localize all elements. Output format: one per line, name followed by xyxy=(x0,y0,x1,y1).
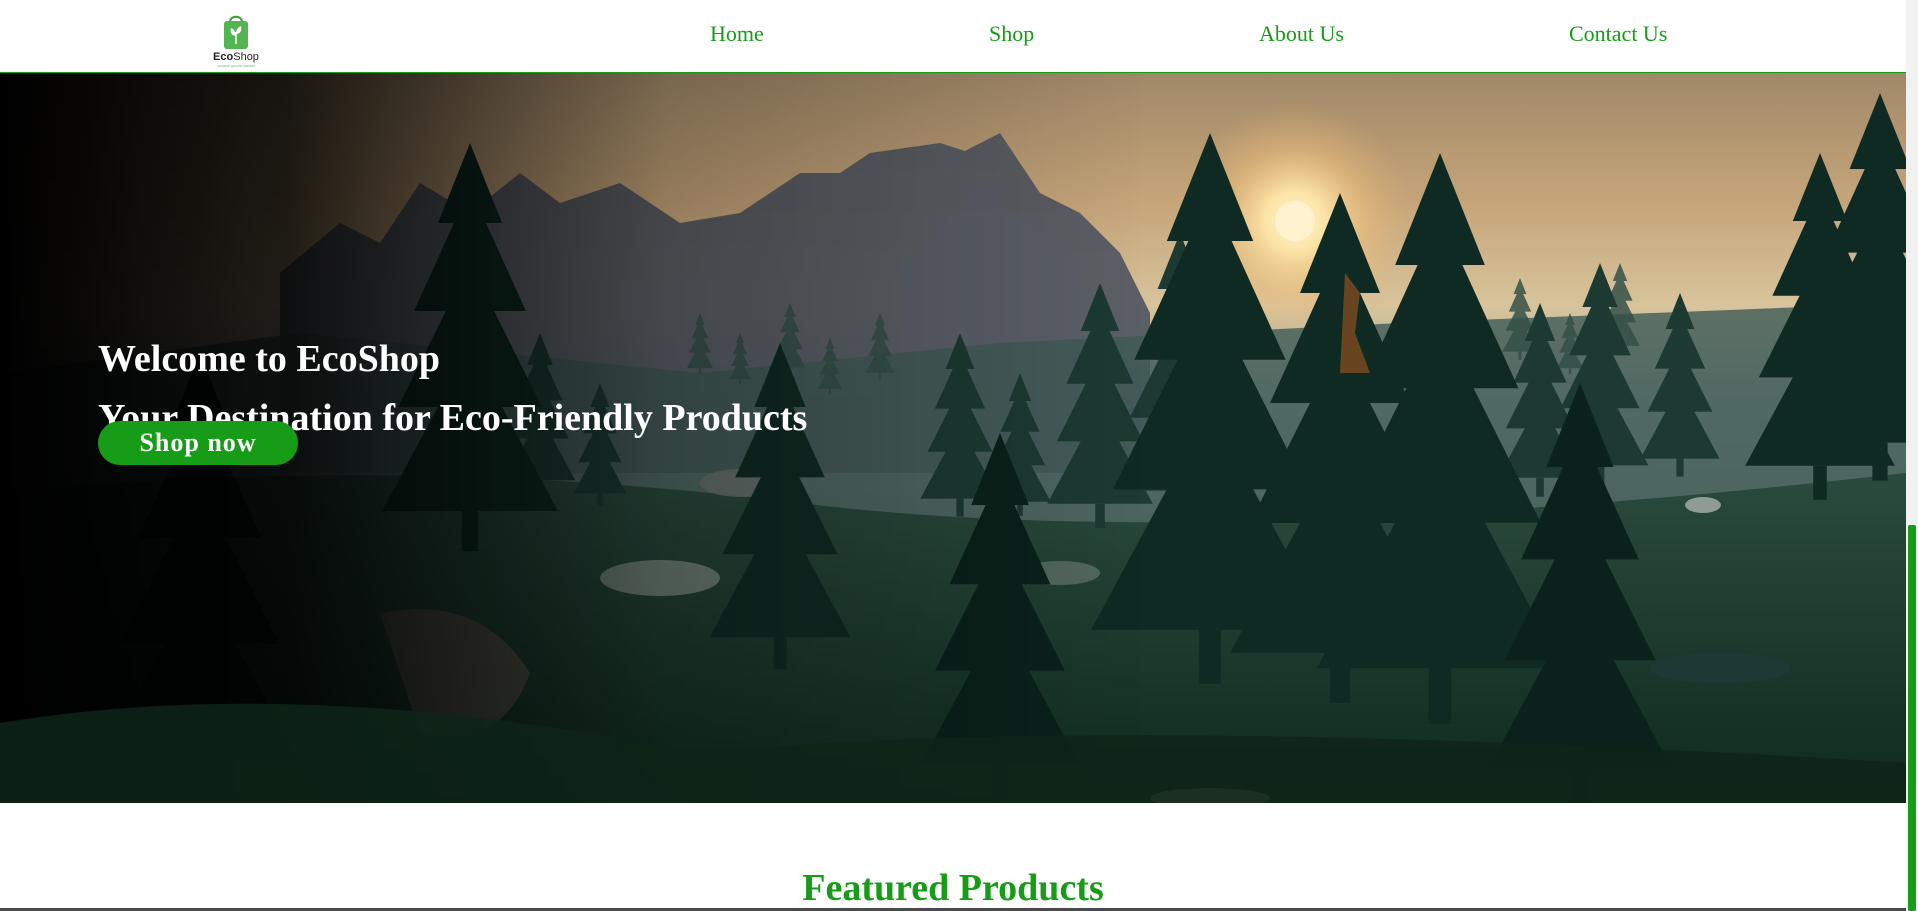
site-logo[interactable]: EcoShop natural goods market xyxy=(210,12,262,72)
nav-contact-us[interactable]: Contact Us xyxy=(1569,21,1667,47)
shop-now-button[interactable]: Shop now xyxy=(98,421,298,465)
logo-wordmark: EcoShop xyxy=(213,51,259,63)
vertical-scrollbar[interactable] xyxy=(1906,0,1918,911)
logo-eco: Eco xyxy=(213,51,234,63)
page: EcoShop natural goods market Home Shop A… xyxy=(0,0,1918,911)
nav-about-us[interactable]: About Us xyxy=(1259,21,1344,47)
shopping-bag-leaf-icon xyxy=(224,15,248,49)
scrollbar-thumb[interactable] xyxy=(1908,525,1916,911)
logo-shop: Shop xyxy=(233,51,259,63)
featured-products-heading: Featured Products xyxy=(802,867,1104,909)
site-header: EcoShop natural goods market Home Shop A… xyxy=(0,0,1906,73)
nav-shop[interactable]: Shop xyxy=(989,21,1034,47)
logo-tagline: natural goods market xyxy=(217,63,255,68)
nav-home[interactable]: Home xyxy=(710,21,764,47)
hero-title: Welcome to EcoShop xyxy=(98,338,440,380)
